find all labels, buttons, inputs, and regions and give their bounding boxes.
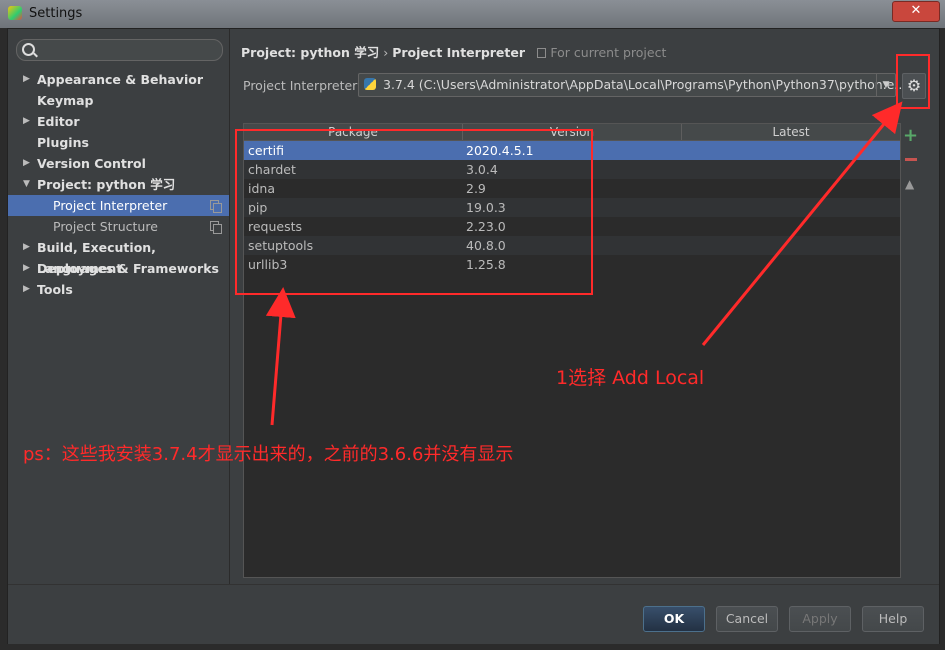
annotation-arrow-to-packages xyxy=(265,287,296,426)
annotation-arrows xyxy=(265,101,903,426)
annotation-ps-note: ps：这些我安装3.7.4才显示出来的，之前的3.6.6并没有显示 xyxy=(23,444,514,465)
annotation-arrow-to-gear xyxy=(701,101,903,346)
annotation-add-local: 1选择 Add Local xyxy=(556,367,705,389)
